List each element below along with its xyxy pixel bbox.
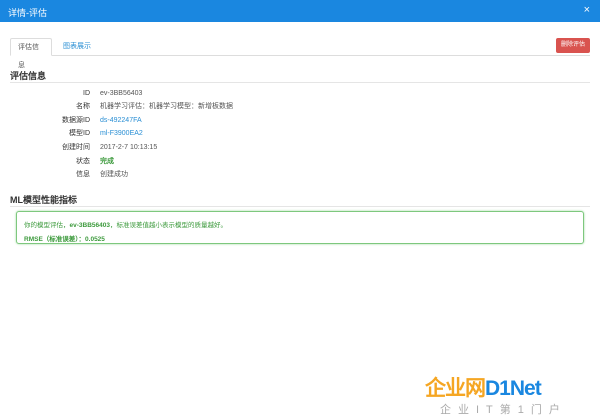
info-value: 机器学习评估：机器学习模型：新增板数据 xyxy=(100,103,233,110)
info-label: ID xyxy=(83,90,90,97)
message-suffix: ，标准误差值越小表示模型的质量越好。 xyxy=(109,222,227,229)
info-row-model-id: 模型ID ml-F3900EA2 xyxy=(0,128,600,140)
tab-evaluation-info[interactable]: 评估信息 xyxy=(10,38,52,69)
tab-chart-display[interactable]: 图表展示 xyxy=(56,38,98,56)
info-label: 名称 xyxy=(76,103,90,110)
watermark-tagline: 企业IT第1门户 xyxy=(440,404,567,416)
info-row-id: ID ev-3BB56403 xyxy=(0,88,600,100)
d1net-watermark: 企业网D1Net 企业IT第1门户 xyxy=(425,372,600,416)
section-divider xyxy=(10,206,590,207)
tab-bar: 评估信息 图表展示 xyxy=(10,38,590,69)
metrics-alert: 你的模型评估，ev-3BB56403，标准误差值越小表示模型的质量越好。 RMS… xyxy=(16,211,584,244)
message-evaluation-id: ev-3BB56403 xyxy=(69,222,110,229)
info-row-datasource-id: 数据源ID ds-492247FA xyxy=(0,115,600,127)
watermark-logo: 企业网D1Net xyxy=(425,372,542,402)
datasource-id-link[interactable]: ds-492247FA xyxy=(100,115,142,127)
dialog-title: 详情-评估 xyxy=(8,8,47,18)
info-value: 创建成功 xyxy=(100,171,128,178)
info-row-created-time: 创建时间 2017-2-7 10:13:15 xyxy=(0,142,600,154)
rmse-value: RMSE（标准误差）：0.0525 xyxy=(24,236,105,243)
watermark-brand-en: D1Net xyxy=(485,377,542,400)
info-label: 模型ID xyxy=(69,130,90,137)
model-id-link[interactable]: ml-F3900EA2 xyxy=(100,128,143,140)
watermark-brand-cn: 企业网 xyxy=(425,377,486,400)
status-value: 完成 xyxy=(100,158,114,165)
info-row-status: 状态 完成 xyxy=(0,156,600,168)
info-label: 数据源ID xyxy=(62,117,90,124)
info-row-name: 名称 机器学习评估：机器学习模型：新增板数据 xyxy=(0,101,600,113)
info-value: 2017-2-7 10:13:15 xyxy=(100,144,158,151)
close-icon[interactable]: × xyxy=(584,4,590,16)
info-label: 状态 xyxy=(76,158,90,165)
section-divider xyxy=(10,82,590,83)
info-label: 创建时间 xyxy=(62,144,90,151)
metrics-heading: ML模型性能指标 xyxy=(10,195,77,205)
metrics-message: 你的模型评估，ev-3BB56403，标准误差值越小表示模型的质量越好。 xyxy=(24,219,227,229)
dialog-titlebar: 详情-评估 × xyxy=(0,0,600,22)
info-label: 信息 xyxy=(76,171,90,178)
info-row-message: 信息 创建成功 xyxy=(0,169,600,181)
evaluation-info-heading: 评估信息 xyxy=(10,71,47,81)
info-value: ev-3BB56403 xyxy=(100,90,143,97)
delete-evaluation-button[interactable]: 删除评估 xyxy=(556,38,590,53)
message-prefix: 你的模型评估， xyxy=(24,222,70,229)
